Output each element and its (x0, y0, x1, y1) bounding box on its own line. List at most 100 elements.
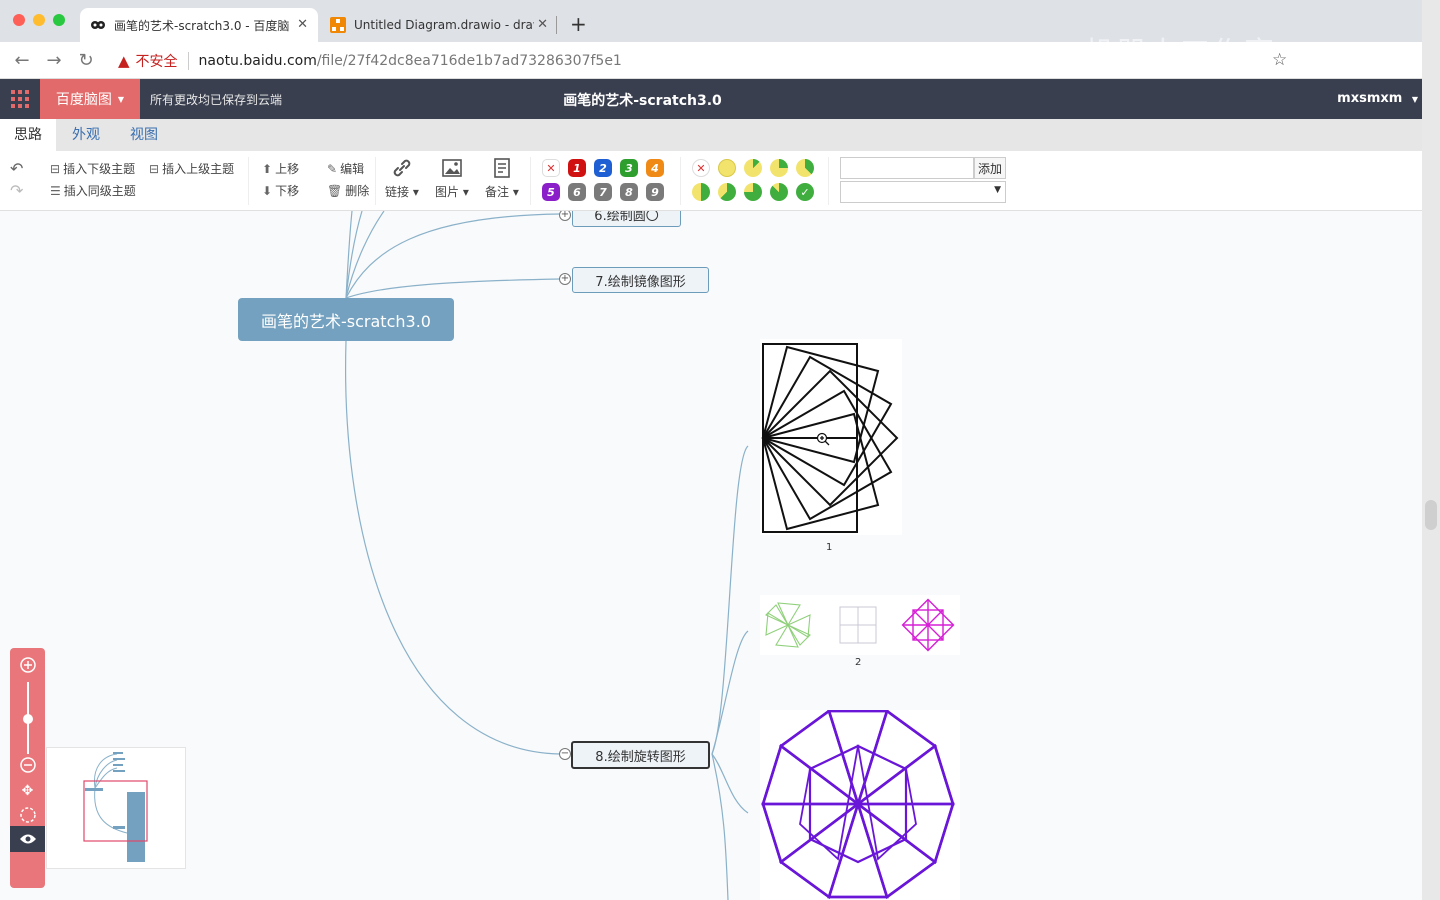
edit-button[interactable]: ✎ 编辑 (327, 160, 364, 177)
bookmark-star-icon[interactable]: ☆ (1272, 50, 1287, 70)
document-title[interactable]: 画笔的艺术-scratch3.0 (0, 90, 1285, 110)
tab-drawio[interactable]: Untitled Diagram.drawio - draw ✕ (320, 8, 558, 42)
edit-label: 编辑 (340, 162, 365, 176)
topic-node[interactable]: 7.绘制镜像图形 (572, 267, 709, 293)
progress-7-icon[interactable] (770, 183, 788, 201)
progress-6-icon[interactable] (744, 183, 762, 201)
priority-1-button[interactable]: 1 (568, 159, 586, 177)
insert-sibling-button[interactable]: ☰ 插入同级主题 (50, 182, 136, 199)
priority-4-button[interactable]: 4 (646, 159, 664, 177)
minimize-window-button[interactable] (33, 14, 45, 26)
root-topic[interactable]: 画笔的艺术-scratch3.0 (238, 298, 454, 341)
priority-7-button[interactable]: 7 (594, 183, 612, 201)
separator (248, 157, 249, 205)
page-scrollbar[interactable] (1422, 0, 1440, 900)
link-button[interactable]: 链接 ▾ (385, 157, 419, 200)
delete-button[interactable]: 🗑 删除 (327, 182, 369, 199)
separator (828, 157, 829, 205)
priority-3-button[interactable]: 3 (620, 159, 638, 177)
insert-child-icon: ⊟ (50, 161, 61, 176)
close-tab-icon[interactable]: ✕ (537, 17, 548, 32)
mirror-shapes-image[interactable] (760, 595, 960, 655)
tag-input[interactable] (840, 157, 974, 179)
link-icon (393, 159, 411, 177)
progress-2-icon[interactable] (770, 159, 788, 177)
insert-parent-button[interactable]: ⊟ 插入上级主题 (149, 160, 234, 177)
tag-add-button[interactable]: 添加 (974, 157, 1006, 179)
redo-icon[interactable]: ↷ (10, 181, 23, 200)
app-header: 百度脑图 ▼ 所有更改均已保存到云端 画笔的艺术-scratch3.0 mxsm… (0, 79, 1422, 119)
drawio-favicon-icon (330, 17, 346, 33)
tab-ideas[interactable]: 思路 (0, 119, 56, 151)
reload-icon[interactable]: ↻ (74, 49, 98, 71)
tab-naotu[interactable]: 画笔的艺术-scratch3.0 - 百度脑 ✕ (80, 8, 318, 42)
progress-1-icon[interactable] (744, 159, 762, 177)
move-down-button[interactable]: ⬇ 下移 (262, 182, 299, 199)
insert-child-button[interactable]: ⊟ 插入下级主题 (50, 160, 135, 177)
arrow-up-icon: ⬆ (262, 161, 273, 176)
priority-8-button[interactable]: 8 (620, 183, 638, 201)
progress-done-icon[interactable]: ✓ (796, 183, 814, 201)
scrollbar-thumb[interactable] (1425, 500, 1437, 530)
close-window-button[interactable] (13, 14, 25, 26)
move-hand-icon[interactable]: ✥ (10, 780, 45, 802)
remove-priority-icon[interactable]: ✕ (542, 159, 560, 177)
close-tab-icon[interactable]: ✕ (297, 17, 308, 32)
naotu-favicon-icon (90, 17, 106, 33)
url-path: /file/27f42dc8ea716de1b7ad73286307f5e1 (316, 53, 622, 69)
topic-node[interactable]: 6.绘制圆〇 (572, 211, 681, 227)
note-icon (494, 158, 510, 178)
rotated-hexagons-image[interactable] (760, 710, 960, 900)
tag-select[interactable]: ▼ (840, 181, 1006, 203)
tab-appearance[interactable]: 外观 (58, 119, 114, 151)
url-host: naotu.baidu.com (198, 53, 317, 69)
tab-view[interactable]: 视图 (116, 119, 172, 151)
zoom-in-icon[interactable] (10, 654, 45, 676)
remove-progress-icon[interactable]: ✕ (692, 159, 710, 177)
user-menu[interactable]: mxsmxm ▼ (1337, 91, 1418, 106)
link-label: 链接 (385, 185, 410, 199)
progress-4-icon[interactable] (692, 183, 710, 201)
image-button[interactable]: 图片 ▾ (435, 157, 469, 200)
figure-label: 1 (826, 542, 833, 553)
url-field[interactable]: ▲ 不安全 naotu.baidu.com /file/27f42dc8ea71… (108, 47, 1308, 75)
arrow-down-icon: ⬇ (262, 183, 273, 198)
collapse-toggle-icon[interactable]: − (559, 748, 571, 760)
progress-3-icon[interactable] (796, 159, 814, 177)
move-up-label: 上移 (275, 162, 300, 176)
back-icon[interactable]: ← (10, 49, 34, 71)
navigator-toggle-eye-icon[interactable] (10, 826, 45, 852)
caret-down-icon: ▼ (1411, 95, 1418, 104)
maximize-window-button[interactable] (53, 14, 65, 26)
pencil-icon: ✎ (327, 161, 338, 176)
zoom-out-icon[interactable] (10, 754, 45, 776)
priority-5-button[interactable]: 5 (542, 183, 560, 201)
expand-toggle-icon[interactable]: + (559, 273, 571, 285)
toolbar: ↶ ↷ ⊟ 插入下级主题 ⊟ 插入上级主题 ☰ 插入同级主题 ⬆ 上移 ⬇ 下移 ✎ 编辑 … (0, 151, 1422, 211)
progress-0-icon[interactable] (718, 159, 736, 177)
priority-2-button[interactable]: 2 (594, 159, 612, 177)
locate-center-icon[interactable] (10, 804, 45, 826)
tab-title: Untitled Diagram.drawio - draw (354, 18, 534, 32)
figure-label: 2 (855, 657, 862, 668)
connector-lines (344, 211, 749, 900)
zoom-slider-handle[interactable] (23, 714, 33, 724)
progress-5-icon[interactable] (718, 183, 736, 201)
zoom-panel: ✥ (10, 648, 45, 888)
warning-icon: ▲ (118, 52, 130, 70)
new-tab-button[interactable]: + (570, 12, 587, 36)
priority-9-button[interactable]: 9 (646, 183, 664, 201)
topic-node-selected[interactable]: 8.绘制旋转图形 (571, 741, 710, 769)
note-button[interactable]: 备注 ▾ (485, 157, 519, 200)
rotated-squares-image[interactable] (760, 339, 902, 535)
undo-icon[interactable]: ↶ (10, 159, 23, 178)
mindmap-canvas[interactable]: 画笔的艺术-scratch3.0 6.绘制圆〇 + 7.绘制镜像图形 + 8.绘… (0, 211, 1422, 900)
minimap[interactable] (46, 747, 186, 869)
move-up-button[interactable]: ⬆ 上移 (262, 160, 299, 177)
move-down-label: 下移 (275, 184, 300, 198)
insert-sibling-icon: ☰ (50, 183, 61, 198)
caret-down-icon: ▼ (994, 185, 1001, 195)
separator (375, 157, 376, 205)
forward-icon[interactable]: → (42, 49, 66, 71)
priority-6-button[interactable]: 6 (568, 183, 586, 201)
